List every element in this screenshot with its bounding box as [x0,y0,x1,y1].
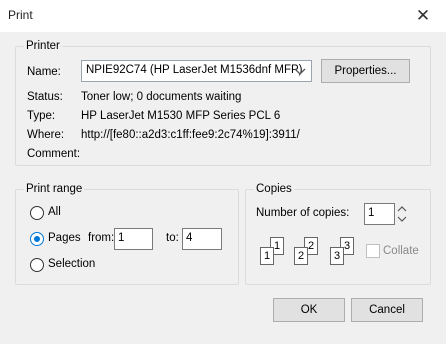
spin-up-icon [397,206,407,212]
radio-all-label[interactable]: All [48,206,61,218]
radio-selection-label[interactable]: Selection [48,258,95,270]
printer-name-select[interactable]: NPIE92C74 (HP LaserJet M1536dnf MFP) [81,60,312,82]
to-label: to: [166,232,179,244]
cancel-button[interactable]: Cancel [351,298,423,322]
collate-checkbox[interactable] [366,244,380,258]
number-of-copies-label: Number of copies: [256,207,350,219]
cancel-button-label: Cancel [369,304,405,316]
close-icon[interactable]: ✕ [412,5,434,27]
copies-legend: Copies [254,183,294,195]
comment-label: Comment: [27,148,81,160]
to-page-value: 4 [186,232,193,244]
ok-button-label: OK [300,304,318,316]
collate-page: 2 [294,247,308,265]
radio-selection[interactable] [30,258,44,272]
properties-button-label: Properties... [334,65,397,77]
printer-name-value: NPIE92C74 (HP LaserJet M1536dnf MFP) [86,64,303,76]
title-bar [0,0,446,33]
type-label: Type: [27,110,56,122]
spin-down-icon [397,216,407,222]
collate-page: 1 [260,247,274,265]
copies-input[interactable]: 1 [364,203,395,225]
radio-pages[interactable] [30,232,44,246]
chevron-down-icon [294,68,306,75]
name-label: Name: [27,66,61,78]
status-label: Status: [27,91,63,103]
from-page-value: 1 [118,232,125,244]
where-value: http://[fe80::a2d3:c1ff:fee9:2c74%19]:39… [81,129,300,141]
printer-legend: Printer [24,40,62,52]
collate-illustration-icon: 1 1 2 2 3 3 [256,237,356,271]
radio-all[interactable] [30,206,44,220]
from-label: from: [88,232,115,244]
type-value: HP LaserJet M1530 MFP Series PCL 6 [81,110,281,122]
window-title: Print [8,8,33,22]
collate-page: 3 [330,247,344,265]
copies-spinner[interactable] [396,203,408,225]
properties-button[interactable]: Properties... [321,59,410,83]
from-page-input[interactable]: 1 [114,228,153,250]
to-page-input[interactable]: 4 [182,228,222,250]
copies-value: 1 [368,207,375,219]
collate-label: Collate [383,245,419,257]
status-value: Toner low; 0 documents waiting [81,91,242,103]
radio-pages-label[interactable]: Pages [48,232,81,244]
where-label: Where: [27,129,65,141]
ok-button[interactable]: OK [273,298,345,322]
print-range-legend: Print range [24,183,85,195]
